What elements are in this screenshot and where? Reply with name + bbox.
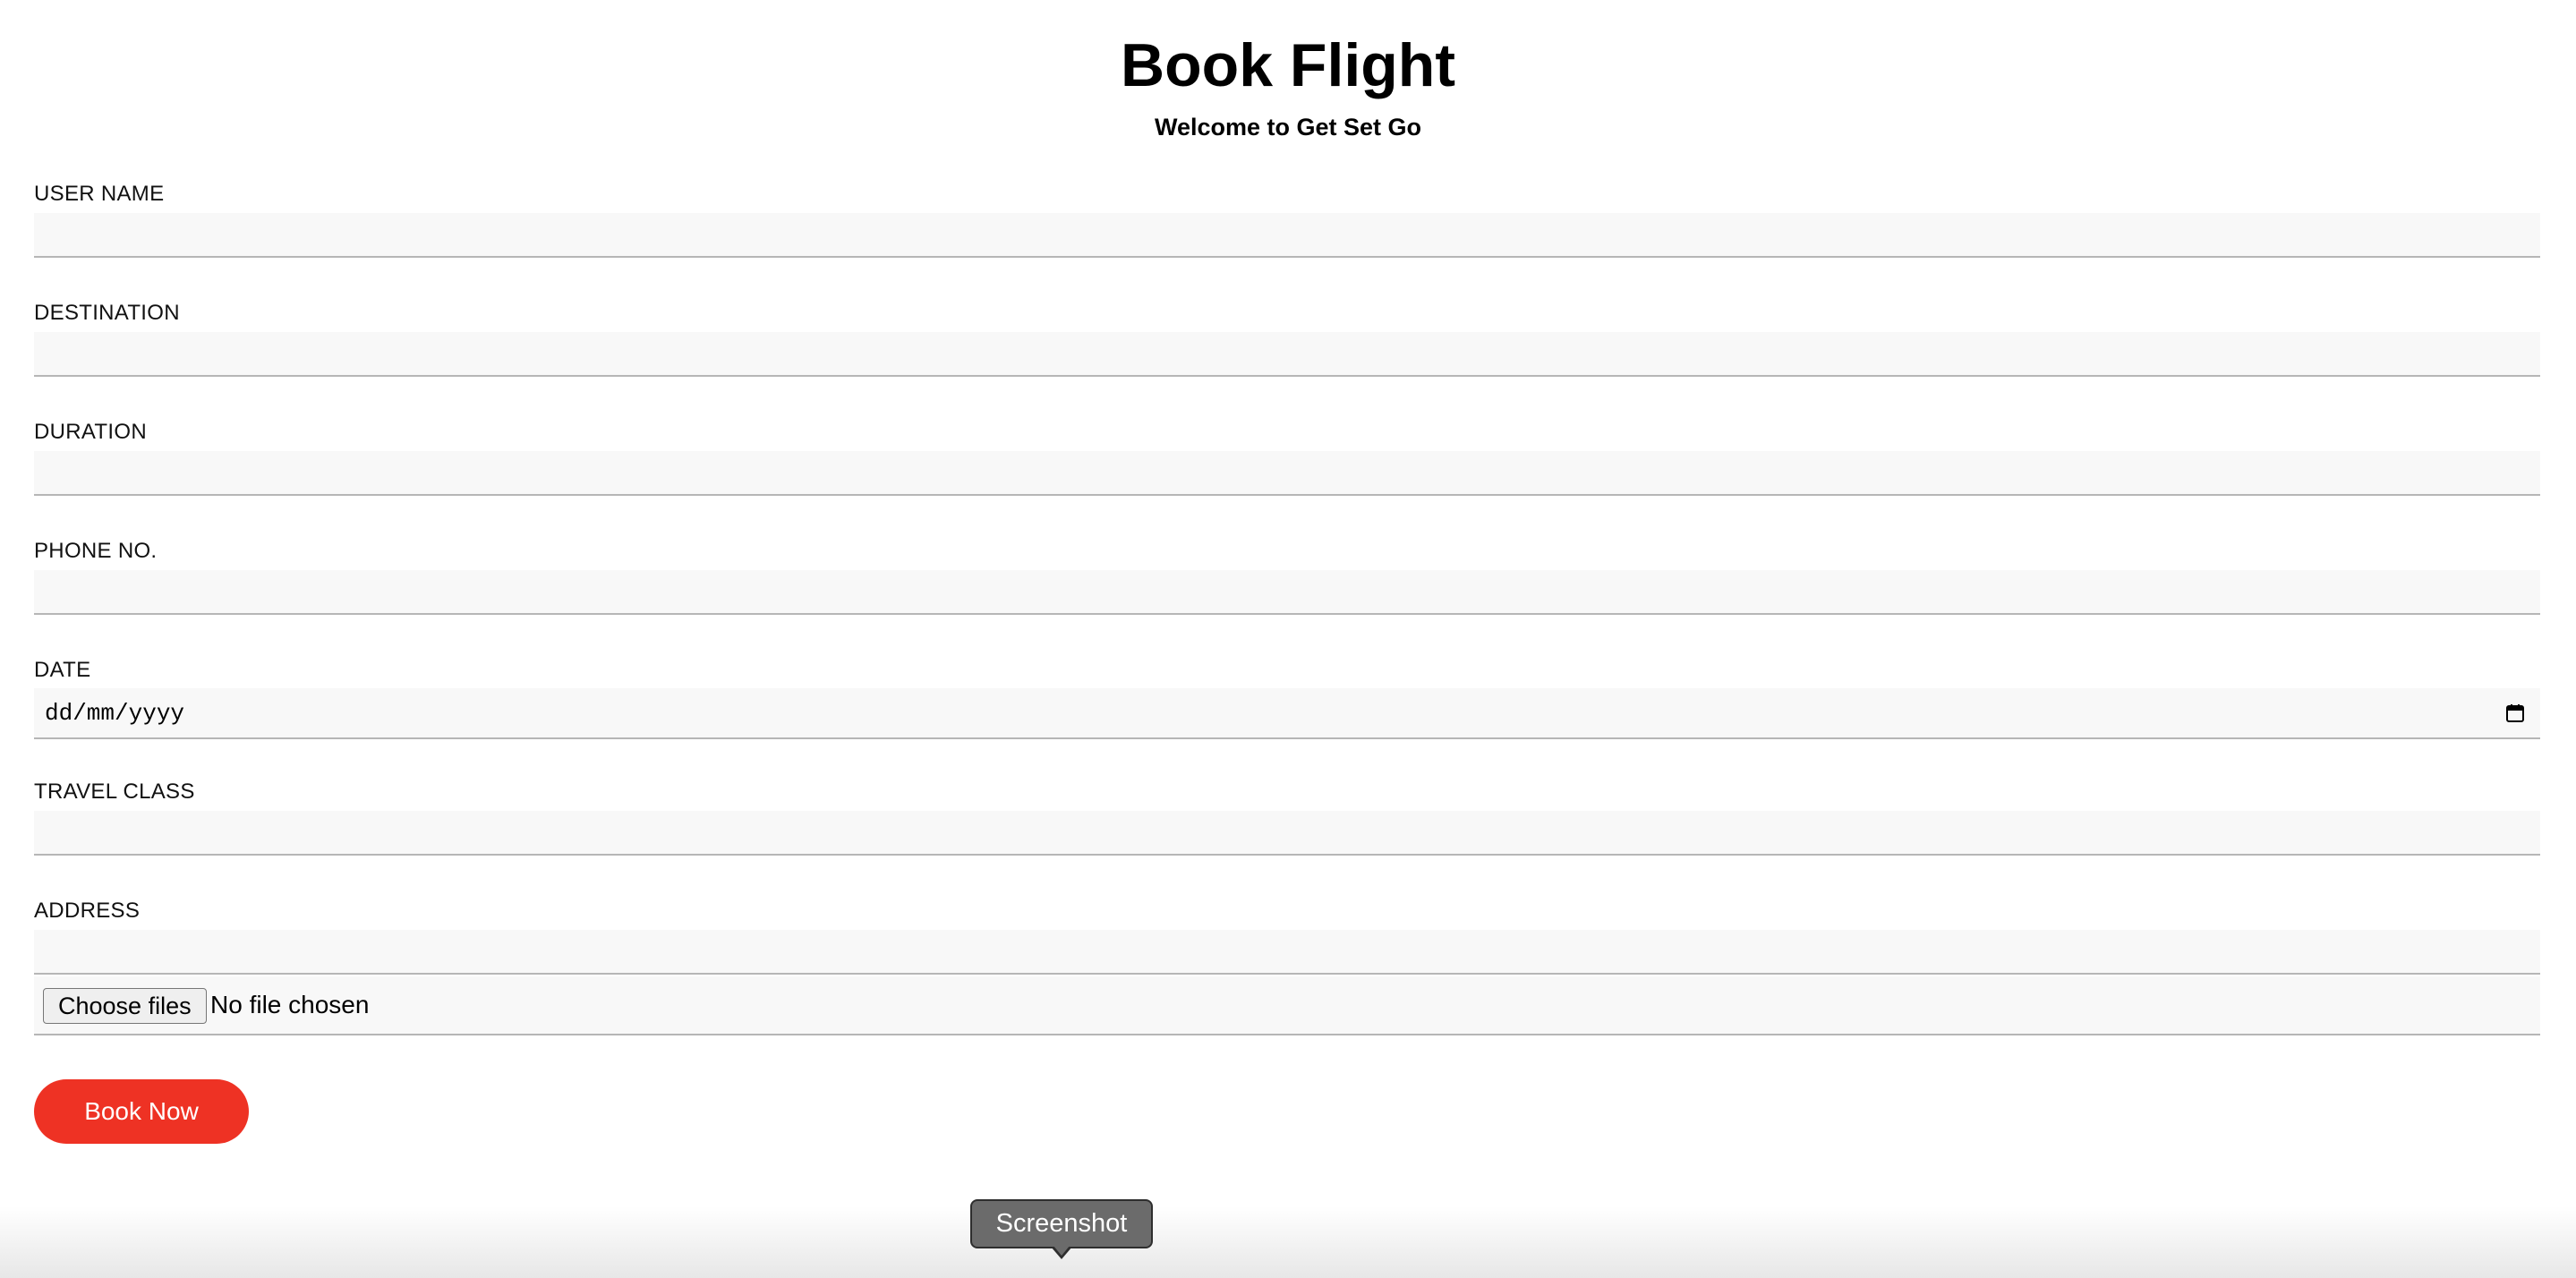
calendar-icon[interactable] bbox=[2504, 703, 2526, 724]
destination-label: DESTINATION bbox=[34, 301, 180, 325]
page-subtitle: Welcome to Get Set Go bbox=[1154, 114, 1422, 141]
date-placeholder: dd/mm/yyyy bbox=[45, 700, 185, 727]
address-input[interactable] bbox=[34, 930, 2540, 975]
travel-class-label: TRAVEL CLASS bbox=[34, 780, 195, 804]
file-status-text: No file chosen bbox=[210, 991, 370, 1018]
screenshot-tooltip: Screenshot bbox=[970, 1199, 1153, 1248]
date-label: DATE bbox=[34, 658, 91, 682]
destination-input[interactable] bbox=[34, 332, 2540, 377]
duration-input[interactable] bbox=[34, 451, 2540, 496]
address-label: ADDRESS bbox=[34, 899, 141, 923]
user-name-label: USER NAME bbox=[34, 182, 165, 206]
phone-input[interactable] bbox=[34, 570, 2540, 615]
user-name-input[interactable] bbox=[34, 213, 2540, 258]
date-input[interactable]: dd/mm/yyyy bbox=[34, 688, 2540, 739]
file-upload-field: Choose files No file chosen bbox=[34, 976, 2540, 1035]
book-now-button[interactable]: Book Now bbox=[34, 1079, 249, 1144]
travel-class-input[interactable] bbox=[34, 811, 2540, 856]
phone-label: PHONE NO. bbox=[34, 539, 158, 563]
choose-files-button[interactable]: Choose files bbox=[43, 988, 207, 1024]
tooltip-arrow-inner bbox=[1053, 1246, 1070, 1256]
bottom-shade bbox=[0, 1206, 2576, 1278]
duration-label: DURATION bbox=[34, 420, 147, 444]
page-title: Book Flight bbox=[1121, 31, 1455, 99]
